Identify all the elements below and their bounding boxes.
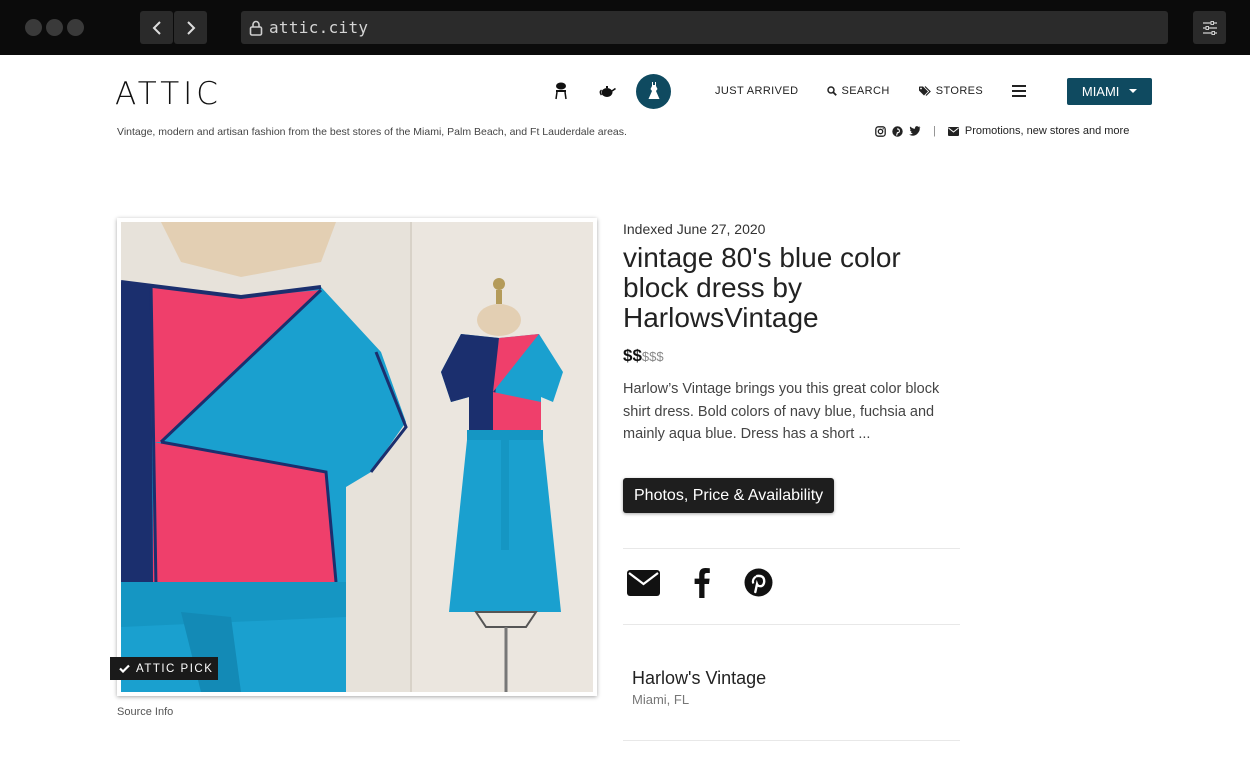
lock-icon: [249, 20, 263, 36]
browser-chrome: attic.city: [0, 0, 1250, 55]
product-photo: [121, 222, 593, 692]
url-text: attic.city: [269, 18, 369, 37]
product-description: Harlow’s Vintage brings you this great c…: [623, 381, 940, 442]
attic-pick-label: ATTIC PICK: [136, 662, 214, 675]
minimize-window-dot[interactable]: [46, 19, 63, 36]
browser-settings-button[interactable]: [1193, 11, 1226, 44]
envelope-icon: [947, 126, 959, 136]
share-buttons: [627, 567, 807, 598]
share-pinterest-button[interactable]: [744, 568, 773, 597]
divider-top: [623, 548, 960, 549]
pinterest-icon: [744, 568, 773, 597]
promotions-link[interactable]: Promotions, new stores and more: [965, 125, 1129, 137]
facebook-icon: [694, 568, 710, 598]
site-logo[interactable]: ATTIC: [115, 76, 222, 112]
search-label: SEARCH: [841, 85, 890, 97]
divider-bottom: [623, 740, 960, 741]
divider-middle: [623, 624, 960, 625]
price-inactive: $$$: [641, 349, 664, 364]
search-icon: [827, 86, 838, 96]
price-active: $$: [623, 346, 642, 365]
share-facebook-button[interactable]: [694, 567, 710, 598]
chevron-left-icon: [152, 20, 161, 35]
teapot-icon: [599, 86, 616, 97]
tags-icon: [918, 86, 931, 96]
product-photo-frame[interactable]: [117, 218, 597, 696]
menu-icon[interactable]: [1012, 85, 1027, 97]
city-label: MIAMI: [1081, 83, 1120, 99]
social-links: | Promotions, new stores and more: [875, 125, 1129, 137]
close-window-dot[interactable]: [25, 19, 42, 36]
chevron-right-icon: [186, 20, 195, 35]
twitter-icon[interactable]: [909, 126, 921, 136]
page: ATTIC JUST ARRIVED SEARCH STORES MIAMI V…: [0, 55, 1250, 762]
search-link[interactable]: SEARCH: [827, 85, 889, 97]
top-nav: JUST ARRIVED SEARCH STORES MIAMI: [549, 73, 1153, 109]
price-range: $$$$$: [623, 346, 960, 366]
store-location: Miami, FL: [632, 692, 690, 707]
instagram-icon[interactable]: [875, 125, 886, 137]
stores-label: STORES: [935, 85, 984, 97]
check-icon: [119, 664, 130, 673]
window-controls: [25, 19, 84, 36]
attic-pick-badge: ATTIC PICK: [110, 657, 218, 680]
dress-icon: [648, 82, 659, 99]
photos-price-availability-button[interactable]: Photos, Price & Availability: [623, 477, 835, 513]
source-info-link[interactable]: Source Info: [117, 706, 173, 718]
just-arrived-label: JUST ARRIVED: [715, 85, 799, 97]
back-button[interactable]: [140, 11, 173, 44]
pinterest-icon[interactable]: [892, 125, 903, 137]
city-selector-button[interactable]: MIAMI: [1067, 77, 1153, 105]
product-info: Indexed June 27, 2020 vintage 80's blue …: [623, 221, 960, 513]
sliders-icon: [1202, 20, 1217, 35]
indexed-date: Indexed June 27, 2020: [623, 221, 766, 237]
divider-bar: |: [933, 125, 936, 137]
furniture-icon: [555, 82, 567, 100]
category-fashion[interactable]: [636, 73, 671, 109]
caret-down-icon: [1129, 89, 1138, 93]
address-bar[interactable]: attic.city: [241, 11, 1168, 44]
dress-photo-illustration: [121, 222, 593, 692]
stores-link[interactable]: STORES: [918, 85, 984, 97]
share-email-button[interactable]: [627, 569, 660, 596]
store-name[interactable]: Harlow's Vintage: [632, 668, 766, 689]
product-title: vintage 80's blue color block dress by H…: [623, 242, 901, 333]
category-furniture[interactable]: [549, 79, 573, 103]
forward-button[interactable]: [174, 11, 207, 44]
zoom-window-dot[interactable]: [67, 19, 84, 36]
just-arrived-link[interactable]: JUST ARRIVED: [715, 85, 798, 97]
category-home[interactable]: [595, 79, 619, 103]
site-tagline: Vintage, modern and artisan fashion from…: [117, 126, 627, 138]
envelope-icon: [627, 569, 660, 596]
